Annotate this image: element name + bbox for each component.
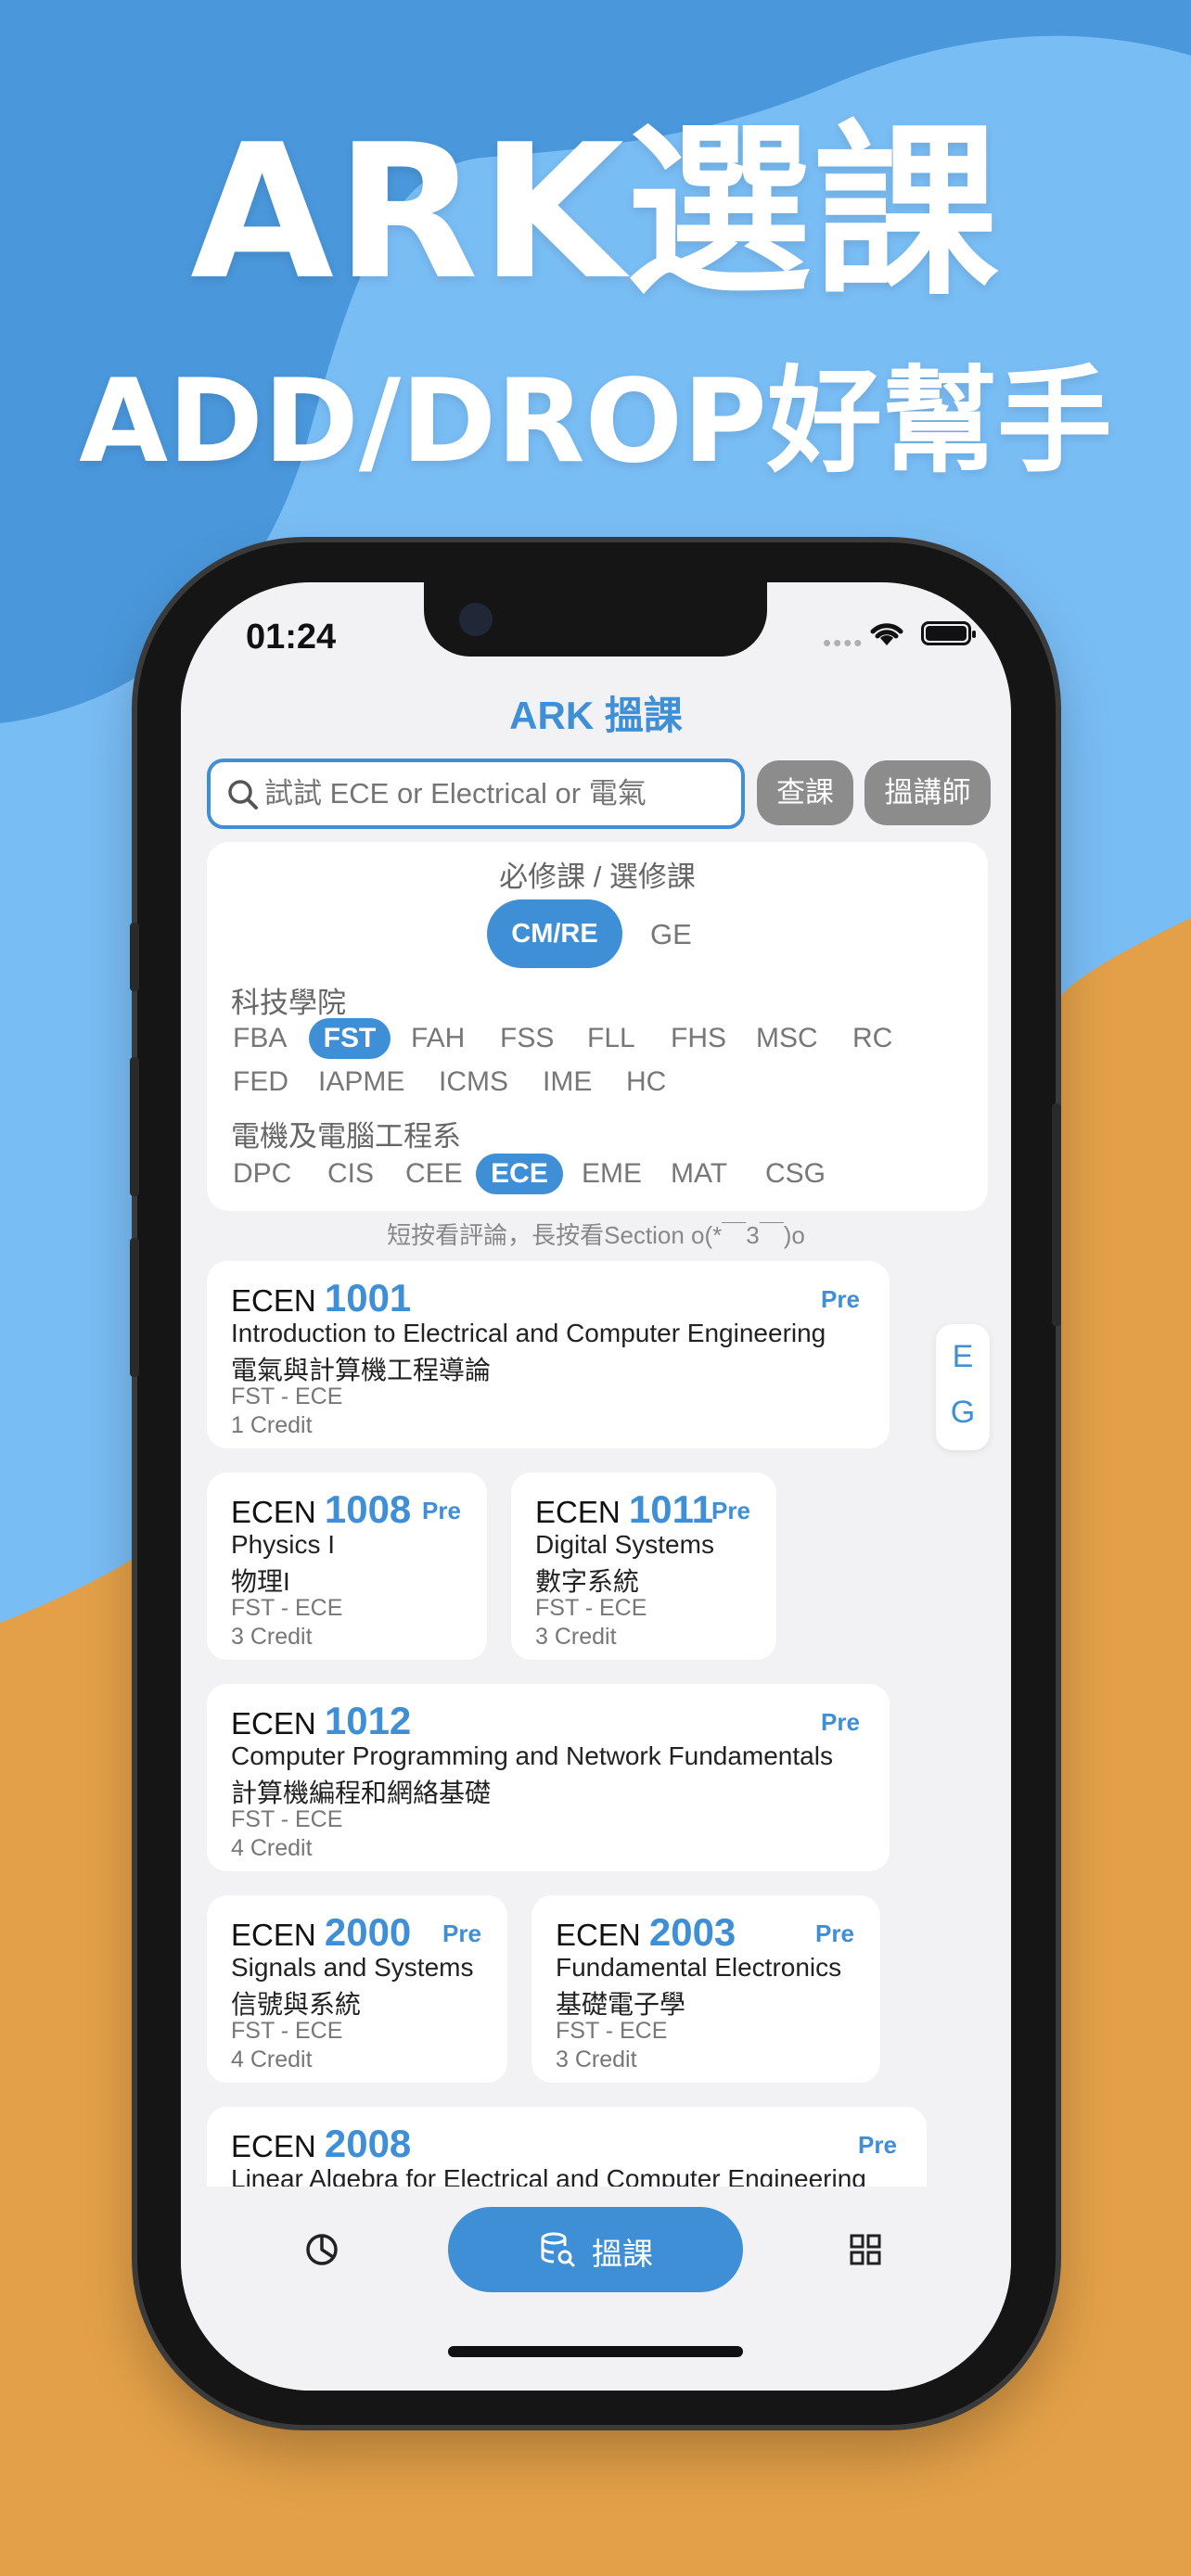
- course-number: 2008: [324, 2122, 412, 2165]
- prerequisite-badge: Pre: [858, 2131, 897, 2159]
- course-dept: FST - ECE: [231, 1595, 343, 1621]
- course-number: 1008: [324, 1487, 412, 1531]
- course-title-en: Fundamental Electronics: [556, 1953, 842, 1982]
- course-code: ECEN 1001: [231, 1276, 411, 1320]
- course-dept: FST - ECE: [231, 2018, 343, 2044]
- phone-side-button: [130, 1057, 139, 1196]
- course-card[interactable]: ECEN 2000 Pre Signals and Systems 信號與系統 …: [207, 1895, 507, 2083]
- course-title-en: Digital Systems: [535, 1530, 714, 1559]
- course-credit: 3 Credit: [556, 2047, 637, 2072]
- prerequisite-badge: Pre: [422, 1497, 461, 1524]
- course-code: ECEN 1012: [231, 1699, 411, 1743]
- course-title-zh: 計算機編程和網絡基礎: [231, 1779, 492, 1807]
- app-screen: 01:24 •••• ARK 搵課 查課 搵講師 必修課 / 選修課 CM/RE…: [181, 582, 1011, 2391]
- course-prefix: ECEN: [231, 2129, 316, 2163]
- course-code: ECEN 2008: [231, 2122, 411, 2166]
- course-card[interactable]: ECEN 1011 Pre Digital Systems 數字系統 FST -…: [511, 1473, 776, 1660]
- course-credit: 3 Credit: [535, 1624, 617, 1650]
- course-title-zh: 電氣與計算機工程導論: [231, 1356, 492, 1384]
- tab-bar: 搵課: [181, 2188, 1011, 2391]
- index-letter-e[interactable]: E: [936, 1339, 990, 1375]
- prerequisite-badge: Pre: [815, 1919, 854, 1947]
- course-prefix: ECEN: [231, 1918, 316, 1952]
- course-card[interactable]: ECEN 1008 Pre Physics I 物理I FST - ECE 3 …: [207, 1473, 487, 1660]
- course-code: ECEN 2000: [231, 1910, 411, 1955]
- course-number: 2003: [648, 1910, 736, 1954]
- prerequisite-badge: Pre: [821, 1708, 860, 1736]
- phone-side-button: [130, 1238, 139, 1377]
- course-number: 1012: [324, 1699, 412, 1742]
- phone-side-button: [130, 923, 139, 991]
- course-prefix: ECEN: [231, 1706, 316, 1741]
- course-code: ECEN 1008: [231, 1487, 411, 1532]
- database-search-icon: [541, 2232, 575, 2267]
- tab-search-course[interactable]: 搵課: [448, 2207, 743, 2292]
- course-number: 1001: [324, 1276, 412, 1320]
- grid-icon[interactable]: [847, 2231, 884, 2268]
- course-dept: FST - ECE: [556, 2018, 668, 2044]
- course-number: 1011: [628, 1487, 713, 1531]
- course-prefix: ECEN: [535, 1495, 621, 1529]
- course-credit: 1 Credit: [231, 1412, 313, 1438]
- course-credit: 3 Credit: [231, 1624, 313, 1650]
- headline-title: ARK選課: [190, 105, 1001, 321]
- course-credit: 4 Credit: [231, 1835, 313, 1861]
- course-prefix: ECEN: [231, 1495, 316, 1529]
- section-index-bar[interactable]: E G: [936, 1324, 990, 1450]
- course-code: ECEN 1011: [535, 1487, 713, 1532]
- course-title-zh: 信號與系統: [231, 1990, 362, 2019]
- index-letter-g[interactable]: G: [936, 1395, 990, 1431]
- course-card[interactable]: ECEN 1012 Pre Computer Programming and N…: [207, 1684, 890, 1871]
- course-title-en: Linear Algebra for Electrical and Comput…: [231, 2164, 866, 2187]
- course-title-en: Signals and Systems: [231, 1953, 474, 1982]
- prerequisite-badge: Pre: [711, 1497, 750, 1524]
- home-indicator[interactable]: [448, 2346, 743, 2357]
- course-dept: FST - ECE: [231, 1384, 343, 1409]
- course-title-zh: 物理I: [231, 1567, 290, 1596]
- course-title-en: Physics I: [231, 1530, 336, 1559]
- tab-search-label: 搵課: [592, 2237, 653, 2271]
- course-list: ECEN 1001 Pre Introduction to Electrical…: [181, 582, 1011, 2187]
- course-title-en: Introduction to Electrical and Computer …: [231, 1319, 826, 1347]
- headline-subtitle: ADD/DROP好幫手: [79, 355, 1112, 489]
- course-card[interactable]: ECEN 2008 Pre Linear Algebra for Electri…: [207, 2107, 927, 2187]
- course-title-zh: 數字系統: [535, 1567, 640, 1596]
- course-title-zh: 基礎電子學: [556, 1990, 686, 2019]
- course-title-en: Computer Programming and Network Fundame…: [231, 1741, 833, 1770]
- course-prefix: ECEN: [556, 1918, 641, 1952]
- course-dept: FST - ECE: [535, 1595, 647, 1621]
- prerequisite-badge: Pre: [821, 1285, 860, 1313]
- pie-chart-icon[interactable]: [303, 2231, 340, 2268]
- course-credit: 4 Credit: [231, 2047, 313, 2072]
- course-card[interactable]: ECEN 1001 Pre Introduction to Electrical…: [207, 1261, 890, 1448]
- course-dept: FST - ECE: [231, 1806, 343, 1832]
- phone-side-button: [1052, 1103, 1061, 1326]
- course-number: 2000: [324, 1910, 412, 1954]
- prerequisite-badge: Pre: [442, 1919, 481, 1947]
- course-card[interactable]: ECEN 2003 Pre Fundamental Electronics 基礎…: [531, 1895, 880, 2083]
- course-prefix: ECEN: [231, 1283, 316, 1318]
- course-code: ECEN 2003: [556, 1910, 736, 1955]
